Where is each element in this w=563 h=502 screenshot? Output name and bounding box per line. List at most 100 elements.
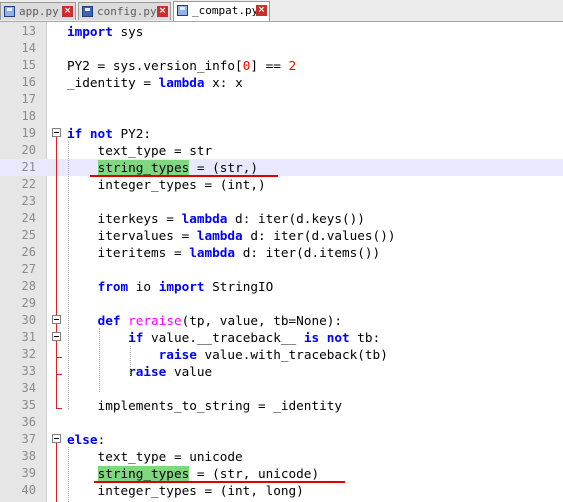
keyword-token: lambda [189,245,236,260]
line-number: 22 [21,177,36,191]
code-line[interactable]: 16 _identity = lambda x: x [0,74,563,91]
line-number: 27 [21,262,36,276]
tab-label: config.py [97,5,157,18]
code-line[interactable]: 37 else: [0,431,563,448]
file-icon [4,6,15,17]
keyword-token: def [97,313,121,328]
line-number: 13 [21,24,36,38]
code-text: string_types = (str,) [67,159,258,176]
fold-end-marker [56,374,62,375]
indent-guide [130,346,131,375]
code-text: text_type = str [67,142,213,159]
code-line[interactable]: 14 [0,40,563,57]
code-text: def reraise(tp, value, tb=None): [67,312,342,329]
code-line[interactable]: 36 [0,414,563,431]
code-line[interactable]: 30 def reraise(tp, value, tb=None): [0,312,563,329]
annotation-underline [90,175,278,177]
code-line[interactable]: 28 from io import StringIO [0,278,563,295]
line-number: 15 [21,58,36,72]
indent-guide [99,328,100,392]
code-line[interactable]: 25 itervalues = lambda d: iter(d.values(… [0,227,563,244]
code-token: PY2 = sys.version_info[ [67,58,243,73]
code-line[interactable]: 29 [0,295,563,312]
tab-bar: app.py × config.py × _compat.py × [0,0,563,22]
code-line[interactable]: 27 [0,261,563,278]
code-text: implements_to_string = _identity [67,397,342,414]
line-number: 17 [21,92,36,106]
code-text: raise value.with_traceback(tb) [67,346,388,363]
code-text: if value.__traceback__ is not tb: [67,329,380,346]
line-number: 20 [21,143,36,157]
keyword-token: import [158,279,205,294]
indent-guide [68,447,69,502]
code-line[interactable]: 17 [0,91,563,108]
fold-toggle-icon[interactable] [52,434,61,443]
code-token: sys [112,24,144,39]
code-token: d: iter(d.items()) [235,245,381,260]
code-line[interactable]: 18 [0,108,563,125]
code-line[interactable]: 26 iteritems = lambda d: iter(d.items()) [0,244,563,261]
close-icon[interactable]: × [256,5,267,16]
code-line[interactable]: 22 integer_types = (int,) [0,176,563,193]
code-token: _identity = [67,75,159,90]
line-number: 32 [21,347,36,361]
code-text: from io import StringIO [67,278,274,295]
number-token: 2 [288,58,297,73]
code-token: d: iter(d.keys()) [227,211,365,226]
code-token: text_type = str [67,143,213,158]
code-line[interactable]: 34 [0,380,563,397]
code-line[interactable]: 38 text_type = unicode [0,448,563,465]
code-line[interactable]: 33 raise value [0,363,563,380]
code-line[interactable]: 32 raise value.with_traceback(tb) [0,346,563,363]
line-number: 30 [21,313,36,327]
code-token: StringIO [204,279,274,294]
fold-toggle-icon[interactable] [52,128,61,137]
close-icon[interactable]: × [62,6,73,17]
close-icon[interactable]: × [157,6,168,17]
code-line[interactable]: 20 text_type = str [0,142,563,159]
code-line[interactable]: 40 integer_types = (int, long) [0,482,563,499]
keyword-token: is [303,330,320,345]
code-token: value.with_traceback(tb) [196,347,388,362]
fold-toggle-icon[interactable] [52,315,61,324]
code-line[interactable]: 15 PY2 = sys.version_info[0] == 2 [0,57,563,74]
code-line[interactable]: 39 string_types = (str, unicode) [0,465,563,482]
code-line[interactable]: 23 [0,193,563,210]
code-text: _identity = lambda x: x [67,74,243,91]
code-line[interactable]: 21 string_types = (str,) [0,159,563,176]
code-line[interactable]: 19 if not PY2: [0,125,563,142]
code-text: if not PY2: [67,125,151,142]
line-number: 36 [21,415,36,429]
line-number: 39 [21,466,36,480]
tab-app-py[interactable]: app.py × [0,2,76,20]
tab-config-py[interactable]: config.py × [78,2,171,20]
code-line[interactable]: 13 import sys [0,23,563,40]
code-text: PY2 = sys.version_info[0] == 2 [67,57,296,74]
line-number: 24 [21,211,36,225]
line-number: 38 [21,449,36,463]
code-token: implements_to_string = _identity [67,398,342,413]
code-text: integer_types = (int,) [67,176,266,193]
tab-compat-py[interactable]: _compat.py × [173,1,270,21]
code-line[interactable]: 35 implements_to_string = _identity [0,397,563,414]
line-number: 18 [21,109,36,123]
tab-label: _compat.py [192,4,259,17]
code-line[interactable]: 24 iterkeys = lambda d: iter(d.keys()) [0,210,563,227]
code-token: tb: [349,330,381,345]
code-line[interactable]: 31 if value.__traceback__ is not tb: [0,329,563,346]
fold-line [56,137,57,409]
code-token: value.__traceback__ [143,330,304,345]
fold-toggle-icon[interactable] [52,332,61,341]
code-text: integer_types = (int, long) [67,482,304,499]
line-number: 14 [21,41,36,55]
file-icon [82,6,93,17]
code-token: iterkeys = [67,211,182,226]
code-token: text_type = unicode [67,449,243,464]
code-token: PY2: [112,126,152,141]
